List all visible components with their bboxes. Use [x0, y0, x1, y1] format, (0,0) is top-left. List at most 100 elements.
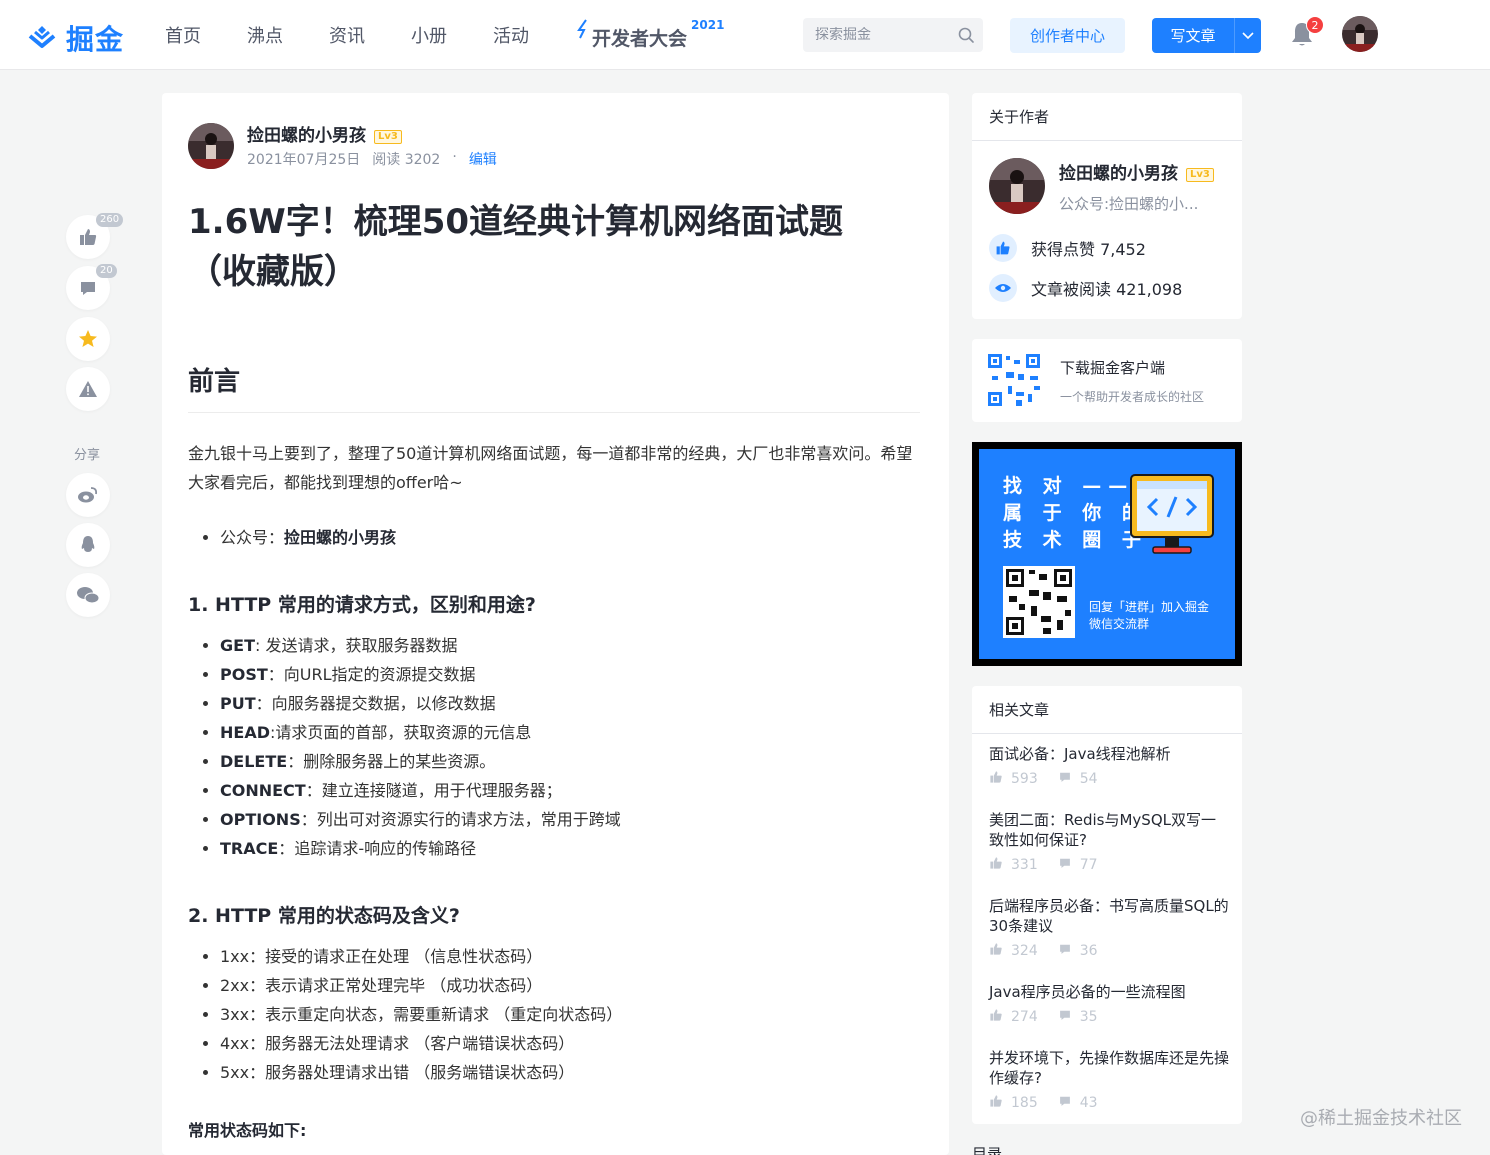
list-item: PUT：向服务器提交数据，以修改数据 — [220, 689, 920, 718]
comment-icon — [1058, 1008, 1072, 1026]
promo-caption-1: 回复「进群」加入掘金 — [1089, 600, 1210, 614]
related-like-stat: 593 — [989, 770, 1038, 788]
http-method-name: TRACE — [220, 839, 279, 858]
related-article-item[interactable]: 面试必备：Java线程池解析 593 54 — [989, 744, 1229, 788]
eye-icon — [989, 274, 1017, 302]
author-level-badge: Lv3 — [374, 130, 402, 144]
list-item: 4xx：服务器无法处理请求 （客户端错误状态码） — [220, 1029, 920, 1058]
related-article-item[interactable]: 美团二面：Redis与MySQL双写一致性如何保证? 331 77 — [989, 810, 1229, 874]
creator-center-button[interactable]: 创作者中心 — [1010, 18, 1125, 53]
account-name: 捡田螺的小男孩 — [284, 528, 397, 547]
list-item: GET: 发送请求，获取服务器数据 — [220, 631, 920, 660]
author-name-text: 捡田螺的小男孩 — [247, 126, 366, 146]
wechat-qr-code-icon — [1003, 566, 1075, 638]
related-like-stat: 274 — [989, 1008, 1038, 1026]
download-app-card[interactable]: 下载掘金客户端 一个帮助开发者成长的社区 — [972, 339, 1242, 422]
likes-stat: 获得点赞 7,452 — [989, 234, 1146, 262]
related-article-title: 并发环境下，先操作数据库还是先操作缓存? — [989, 1049, 1230, 1087]
related-article-item[interactable]: 并发环境下，先操作数据库还是先操作缓存? 185 43 — [989, 1048, 1229, 1112]
download-subtitle: 一个帮助开发者成长的社区 — [1060, 390, 1205, 404]
comment-icon — [81, 282, 95, 295]
about-author-level-badge: Lv3 — [1186, 168, 1214, 182]
report-button[interactable] — [66, 367, 110, 411]
related-comment-stat: 35 — [1058, 1008, 1098, 1026]
list-item: CONNECT：建立连接隧道，用于代理服务器； — [220, 776, 920, 805]
write-article-label: 写文章 — [1170, 27, 1216, 45]
related-article-stats: 324 36 — [989, 942, 1229, 960]
related-like-count: 274 — [1011, 1009, 1038, 1025]
meta-dot: · — [452, 149, 457, 165]
separator: ： — [305, 781, 322, 800]
comment-icon — [1058, 1094, 1072, 1112]
conference-text: 开发者大会 — [592, 28, 688, 50]
related-like-stat: 324 — [989, 942, 1038, 960]
nav-home[interactable]: 首页 — [165, 22, 201, 48]
related-article-title: 后端程序员必备：书写高质量SQL的30条建议 — [989, 897, 1229, 935]
common-codes-heading: 常用状态码如下: — [188, 1121, 307, 1140]
thumbs-up-icon — [989, 1008, 1003, 1026]
author-name[interactable]: 捡田螺的小男孩 Lv3 — [247, 121, 402, 146]
community-promo-banner[interactable]: 找 对 —— 属 于 你 的 技 术 圈 子 回复「进群」加入掘金 微信交流群 — [972, 442, 1242, 666]
related-article-item[interactable]: 后端程序员必备：书写高质量SQL的30条建议 324 36 — [989, 896, 1229, 960]
comment-icon — [1058, 942, 1072, 960]
related-like-count: 185 — [1011, 1095, 1038, 1111]
juejin-logo-icon — [28, 26, 56, 48]
related-article-title: 美团二面：Redis与MySQL双写一致性如何保证? — [989, 811, 1216, 849]
nav-events[interactable]: 活动 — [493, 22, 529, 48]
juejin-logo[interactable]: 掘金 — [26, 18, 124, 58]
related-article-stats: 274 35 — [989, 1008, 1229, 1026]
collect-button[interactable] — [66, 317, 110, 361]
toc-heading: 目录 — [972, 1145, 1003, 1155]
about-author-avatar[interactable] — [989, 158, 1045, 214]
status-code-list: 1xx：接受的请求正在处理 （信息性状态码）2xx：表示请求正常处理完毕 （成功… — [188, 942, 920, 1087]
list-item: HEAD:请求页面的首部，获取资源的元信息 — [220, 718, 920, 747]
author-avatar[interactable] — [188, 123, 234, 169]
download-title: 下载掘金客户端 — [1060, 359, 1166, 377]
separator: ： — [300, 810, 317, 829]
related-comment-count: 54 — [1079, 771, 1098, 787]
chevron-down-icon[interactable] — [1234, 18, 1261, 53]
article-title: 1.6W字！梳理50道经典计算机网络面试题（收藏版） — [188, 202, 844, 292]
related-like-stat: 185 — [989, 1094, 1038, 1112]
related-comment-stat: 54 — [1058, 770, 1098, 788]
related-comment-count: 36 — [1079, 943, 1098, 959]
logo-text: 掘金 — [66, 23, 125, 56]
view-count: 阅读 3202 — [372, 152, 441, 168]
conference-spark-icon — [577, 19, 587, 39]
related-like-count: 593 — [1011, 771, 1038, 787]
edit-link[interactable]: 编辑 — [469, 149, 497, 169]
http-method-name: OPTIONS — [220, 810, 301, 829]
notification-badge: 2 — [1306, 16, 1324, 34]
nav-books[interactable]: 小册 — [411, 22, 447, 48]
like-button[interactable]: 260 — [66, 213, 124, 259]
comment-button[interactable]: 20 — [66, 264, 117, 310]
search-input[interactable] — [815, 27, 945, 43]
developer-conference-link[interactable]: 开发者大会 2021 — [574, 18, 724, 51]
nav-pins[interactable]: 沸点 — [247, 22, 283, 48]
search-icon[interactable] — [957, 26, 975, 44]
list-item: OPTIONS：列出可对资源实行的请求方法，常用于跨域 — [220, 805, 920, 834]
list-item: 1xx：接受的请求正在处理 （信息性状态码） — [220, 942, 920, 971]
related-article-stats: 331 77 — [989, 856, 1229, 874]
nav-news[interactable]: 资讯 — [329, 22, 365, 48]
like-count-badge: 260 — [96, 213, 124, 227]
write-article-button[interactable]: 写文章 — [1152, 18, 1261, 53]
weibo-icon — [78, 487, 98, 503]
related-like-count: 324 — [1011, 943, 1038, 959]
share-wechat-button[interactable] — [66, 573, 110, 617]
http-method-desc: 追踪请求-响应的传输路径 — [294, 839, 477, 858]
about-author-name[interactable]: 捡田螺的小男孩 Lv3 — [1059, 159, 1214, 184]
list-item: 2xx：表示请求正常处理完毕 （成功状态码） — [220, 971, 920, 1000]
related-heading: 相关文章 — [972, 686, 1242, 734]
share-label: 分享 — [74, 448, 101, 463]
publish-date: 2021年07月25日 — [247, 152, 361, 168]
share-weibo-button[interactable] — [66, 473, 110, 517]
user-avatar[interactable] — [1342, 16, 1378, 52]
http-method-name: GET — [220, 636, 255, 655]
share-qq-button[interactable] — [66, 523, 110, 567]
code-monitor-icon — [1130, 474, 1214, 554]
comment-count-badge: 20 — [96, 264, 117, 278]
reads-stat: 文章被阅读 421,098 — [989, 274, 1182, 302]
related-article-item[interactable]: Java程序员必备的一些流程图 274 35 — [989, 982, 1229, 1026]
wechat-icon — [77, 587, 100, 604]
